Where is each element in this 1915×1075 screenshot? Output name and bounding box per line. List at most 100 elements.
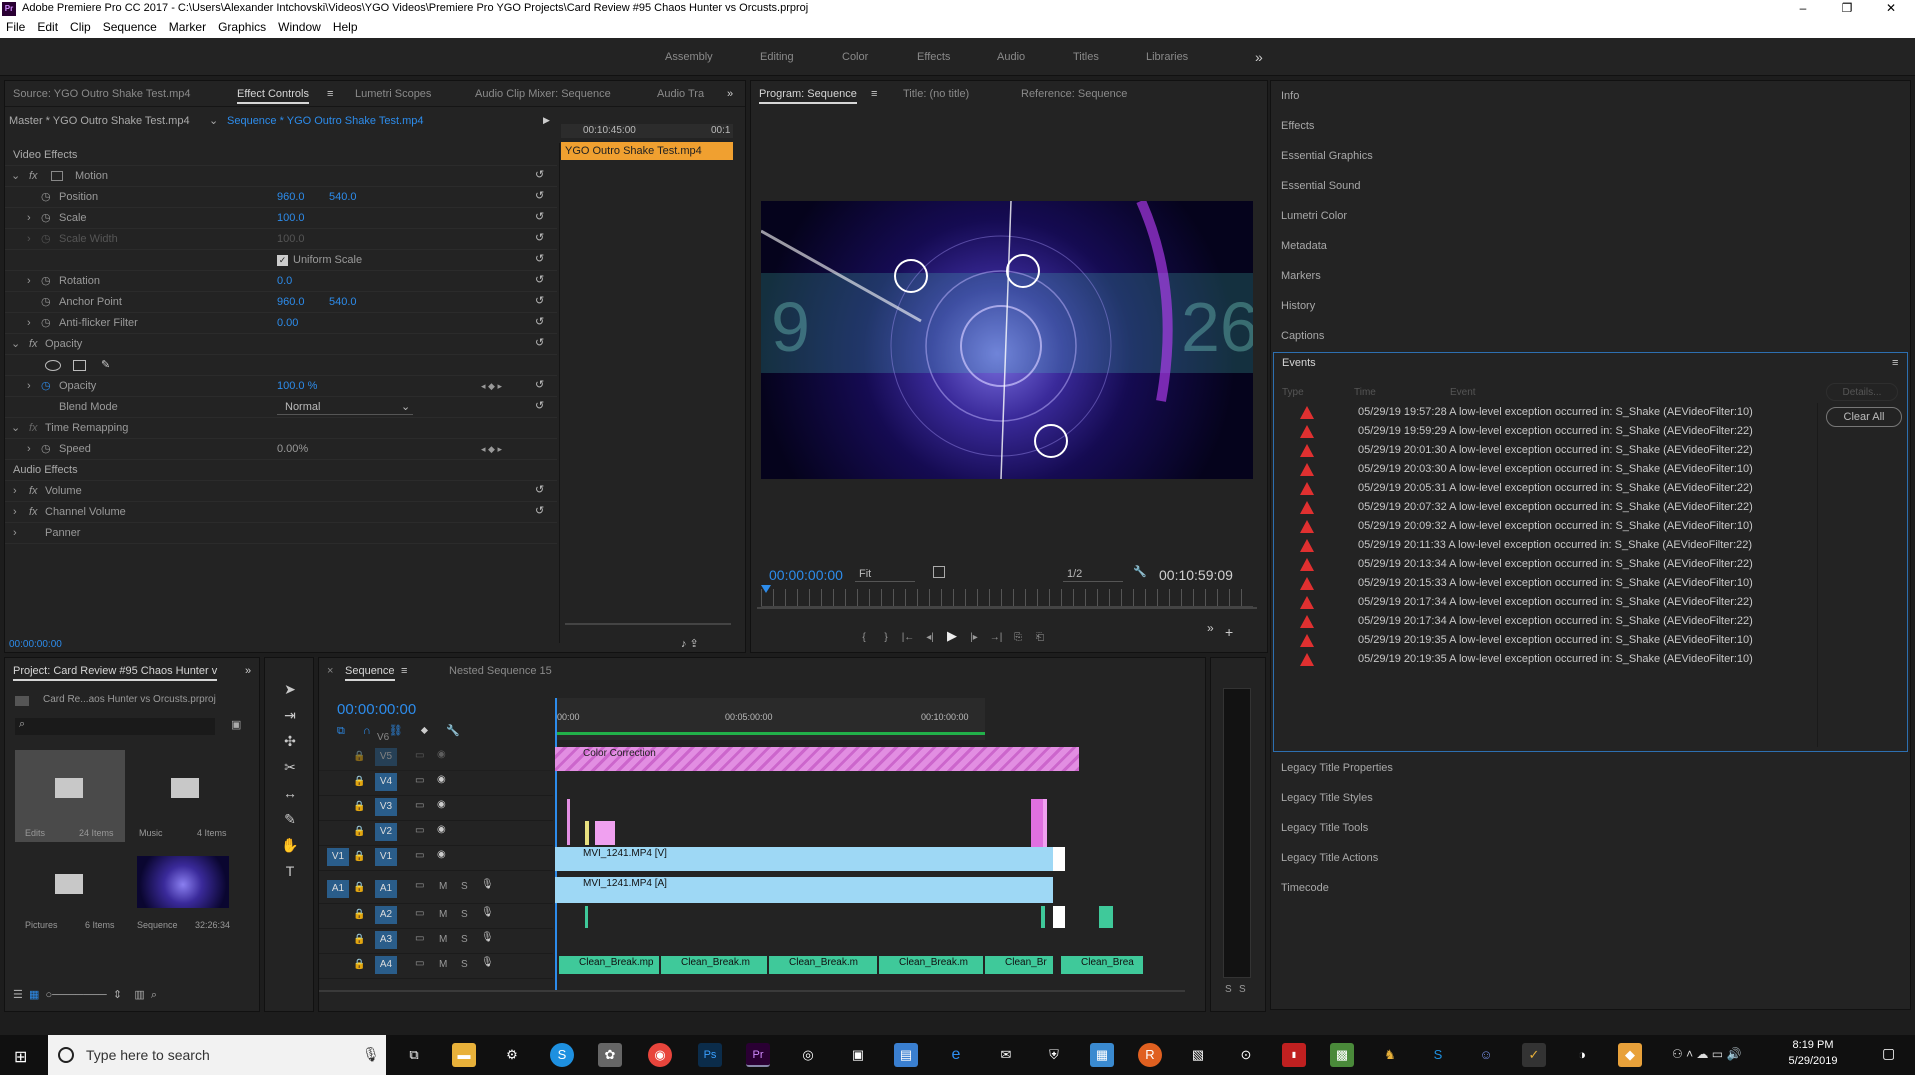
- premiere-icon[interactable]: Pr: [746, 1043, 770, 1067]
- menu-help[interactable]: Help: [327, 18, 364, 36]
- source-patch-v1[interactable]: V1: [327, 848, 349, 866]
- effect-row-uniform-scale[interactable]: ✓ Uniform Scale: [5, 250, 557, 271]
- project-search-input[interactable]: ⌕: [15, 718, 215, 735]
- track-a1[interactable]: A1 🔒 A1 ▭ M S 🎙: [319, 876, 553, 904]
- tab-audio-track[interactable]: Audio Tra: [657, 81, 704, 107]
- menu-file[interactable]: File: [0, 18, 31, 36]
- effect-row-anchor-point[interactable]: ◷ Anchor Point 960.0 540.0: [5, 292, 557, 313]
- settings-gear-icon[interactable]: ⚙: [500, 1043, 524, 1067]
- lock-icon[interactable]: 🔒: [353, 751, 365, 762]
- microphone-icon[interactable]: 🎙: [481, 957, 494, 968]
- timecode-item[interactable]: Timecode: [1271, 873, 1910, 903]
- details-button[interactable]: Details...: [1826, 383, 1898, 401]
- menu-window[interactable]: Window: [272, 18, 327, 36]
- close-button[interactable]: ✕: [1869, 0, 1913, 18]
- lock-icon[interactable]: 🔒: [353, 776, 365, 787]
- track-a3[interactable]: 🔒 A3 ▭ M S 🎙: [319, 929, 553, 954]
- workspace-libraries[interactable]: Libraries: [1146, 38, 1188, 76]
- solo-button[interactable]: S: [461, 934, 468, 945]
- workspace-audio[interactable]: Audio: [997, 38, 1025, 76]
- reset-icon[interactable]: ↺: [535, 270, 549, 291]
- ellipse-mask-icon[interactable]: [45, 360, 61, 371]
- events-menu-icon[interactable]: ≡: [1892, 357, 1898, 369]
- playhead-icon[interactable]: [761, 585, 771, 593]
- track-v4[interactable]: 🔒 V4 ▭ ◉: [319, 771, 553, 796]
- lock-icon[interactable]: 🔒: [353, 826, 365, 837]
- timeline-scrollbar[interactable]: [319, 990, 1185, 992]
- photoshop-icon[interactable]: Ps: [698, 1043, 722, 1067]
- info-item[interactable]: Info: [1271, 81, 1910, 111]
- event-row[interactable]: 05/29/19 20:19:35 A low-level exception …: [1278, 650, 1817, 669]
- lock-icon[interactable]: 🔒: [353, 801, 365, 812]
- solo-button[interactable]: S: [461, 909, 468, 920]
- effects-item[interactable]: Effects: [1271, 111, 1910, 141]
- razor-tool-icon[interactable]: ✂: [279, 756, 301, 778]
- tab-reference[interactable]: Reference: Sequence: [1021, 81, 1127, 107]
- blend-mode-select[interactable]: Normal: [277, 399, 413, 415]
- project-more-button[interactable]: »: [245, 658, 251, 684]
- eye-icon[interactable]: ◉: [437, 774, 446, 785]
- find-icon[interactable]: ⌕: [151, 989, 157, 1001]
- app-icon[interactable]: ▩: [1330, 1043, 1354, 1067]
- sync-icon[interactable]: ▭: [415, 933, 424, 944]
- linked-selection-icon[interactable]: ⛓: [389, 725, 421, 737]
- keyframe-nav-icon[interactable]: ◂ ◆ ▸: [481, 376, 502, 397]
- mark-out-button[interactable]: }: [875, 628, 897, 647]
- track-a4[interactable]: 🔒 A4 ▭ M S 🎙: [319, 954, 553, 979]
- master-clip-label[interactable]: Master * YGO Outro Shake Test.mp4: [9, 111, 190, 132]
- zoom-scrollbar[interactable]: [565, 623, 731, 625]
- stopwatch-icon[interactable]: ◷: [41, 376, 51, 397]
- shield-icon[interactable]: ⛨: [1042, 1043, 1066, 1067]
- track-select-tool-icon[interactable]: ⇥: [279, 704, 301, 726]
- reset-icon[interactable]: ↺: [535, 165, 549, 186]
- tab-audio-clip-mixer[interactable]: Audio Clip Mixer: Sequence: [475, 81, 611, 107]
- effect-controls-timecode[interactable]: 00:00:00:00: [9, 639, 62, 650]
- zoom-slider[interactable]: ○───────: [46, 989, 107, 1001]
- track-v3[interactable]: 🔒 V3 ▭ ◉: [319, 796, 553, 821]
- reset-icon[interactable]: ↺: [535, 186, 549, 207]
- add-marker-icon[interactable]: ⬥: [421, 725, 446, 737]
- clock-date[interactable]: 5/29/2019: [1778, 1055, 1848, 1067]
- effect-row-time-remapping[interactable]: ⌄ fx Time Remapping: [5, 418, 557, 439]
- effect-row-position[interactable]: ◷ Position 960.0 540.0: [5, 187, 557, 208]
- event-row[interactable]: 05/29/19 20:17:34 A low-level exception …: [1278, 612, 1817, 631]
- clip-v2-small[interactable]: [585, 821, 589, 845]
- sync-icon[interactable]: ▭: [415, 908, 424, 919]
- stopwatch-icon[interactable]: ◷: [41, 208, 51, 229]
- pen-mask-icon[interactable]: ✎: [101, 355, 110, 376]
- slip-tool-icon[interactable]: ↔: [279, 782, 301, 804]
- sync-icon[interactable]: ▭: [415, 850, 424, 861]
- play-button[interactable]: ▶: [941, 626, 963, 645]
- chevron-down-icon[interactable]: ⌄: [209, 114, 218, 127]
- obs-icon[interactable]: ◎: [796, 1043, 820, 1067]
- program-timecode[interactable]: 00:00:00:00: [769, 567, 843, 583]
- clip-mvi-audio[interactable]: MVI_1241.MP4 [A]: [555, 877, 1053, 903]
- bin-music[interactable]: Music 4 Items: [131, 750, 241, 842]
- lock-icon[interactable]: 🔒: [353, 882, 365, 893]
- clip-clean-break[interactable]: Clean_Break.m: [661, 956, 767, 974]
- effect-row-opacity-value[interactable]: › ◷ Opacity 100.0 % ◂ ◆ ▸: [5, 376, 557, 397]
- tab-source[interactable]: Source: YGO Outro Shake Test.mp4: [13, 81, 191, 107]
- meter-solo-left[interactable]: S: [1225, 984, 1232, 995]
- event-row[interactable]: 05/29/19 20:09:32 A low-level exception …: [1278, 517, 1817, 536]
- notifications-icon[interactable]: ▢: [1882, 1045, 1895, 1062]
- app-icon[interactable]: ▮: [1282, 1043, 1306, 1067]
- reset-icon[interactable]: ↺: [535, 249, 549, 270]
- extract-button[interactable]: ⎗: [1029, 628, 1051, 647]
- legacy-title-actions-item[interactable]: Legacy Title Actions: [1271, 843, 1910, 873]
- skype-icon[interactable]: S: [1426, 1043, 1450, 1067]
- event-row[interactable]: 05/29/19 20:05:31 A low-level exception …: [1278, 479, 1817, 498]
- close-tab-icon[interactable]: ×: [327, 665, 333, 677]
- app-icon[interactable]: ⊙: [1234, 1043, 1258, 1067]
- microphone-icon[interactable]: 🎙: [481, 932, 494, 943]
- mark-in-button[interactable]: {: [853, 628, 875, 647]
- app-icon[interactable]: ✿: [598, 1043, 622, 1067]
- program-video-frame[interactable]: 9 26: [761, 201, 1253, 479]
- mute-button[interactable]: M: [439, 909, 447, 920]
- effect-row-scale[interactable]: › ◷ Scale 100.0: [5, 208, 557, 229]
- mini-ruler[interactable]: 00:10:45:00 00:1: [561, 124, 733, 138]
- chrome-icon[interactable]: ◉: [648, 1043, 672, 1067]
- app-icon[interactable]: ▤: [894, 1043, 918, 1067]
- tab-sequence[interactable]: Sequence: [345, 658, 395, 684]
- minimize-button[interactable]: –: [1781, 0, 1825, 18]
